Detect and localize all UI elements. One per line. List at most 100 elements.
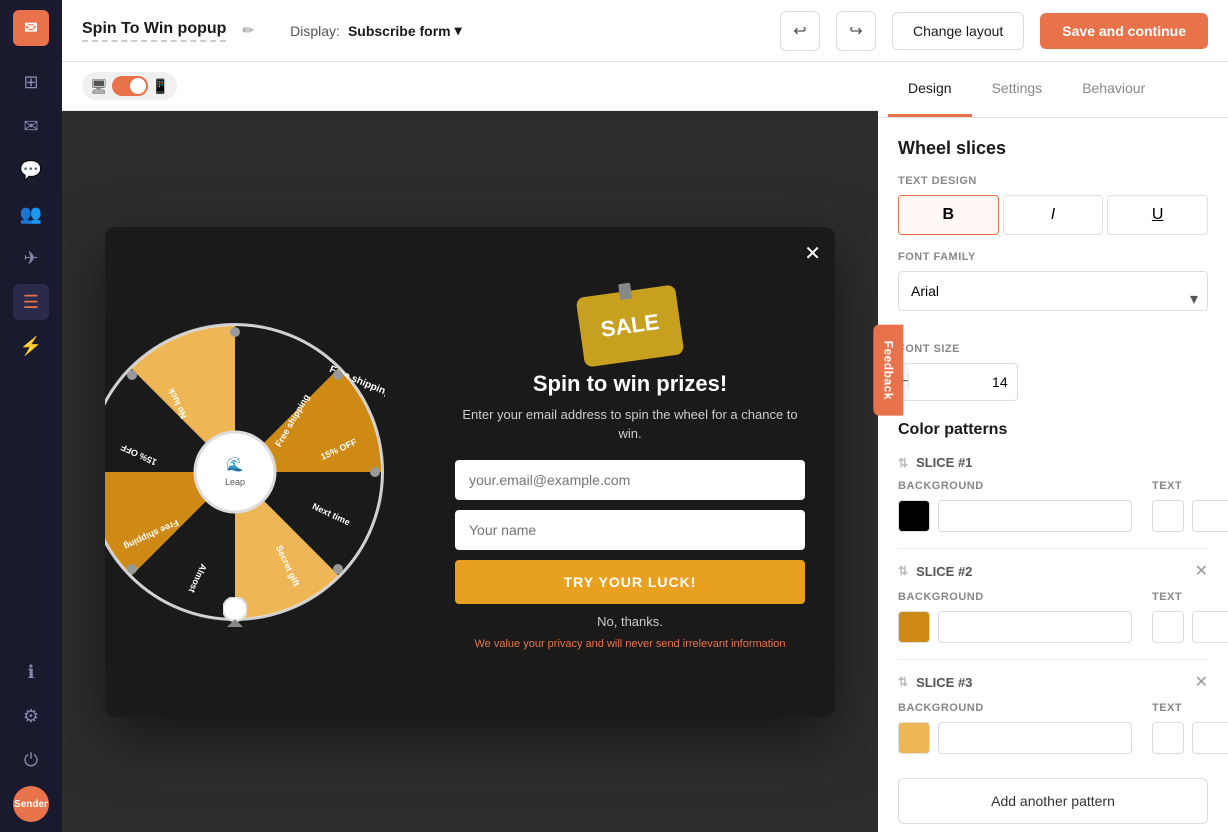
slice-2-section: ⇅ SLICE #2 ✕ BACKGROUND #CE8A15 [898,561,1208,643]
save-continue-button[interactable]: Save and continue [1040,13,1208,49]
sidebar-logo[interactable]: ✉ [13,10,49,46]
slice-2-remove[interactable]: ✕ [1195,561,1208,581]
slice-3-header: ⇅ SLICE #3 ✕ [898,672,1208,692]
drag-icon-3: ⇅ [898,675,908,689]
drag-icon-2: ⇅ [898,564,908,578]
drag-icon: ⇅ [898,456,908,470]
font-size-row: − 14 + [898,363,1018,401]
slice-3-id: SLICE #3 [916,675,972,690]
slice-2-bg-input[interactable]: #CE8A15 [938,611,1132,643]
tab-settings[interactable]: Settings [972,62,1063,117]
sale-tag-text: SALE [599,309,661,343]
svg-text:Leap: Leap [225,477,245,487]
slice-2-bg-group: BACKGROUND #CE8A15 [898,591,1132,643]
italic-button[interactable]: I [1003,195,1104,235]
slice-3-label: ⇅ SLICE #3 [898,675,972,690]
slice-2-label: ⇅ SLICE #2 [898,564,972,579]
tab-design[interactable]: Design [888,62,972,117]
sidebar-item-logout[interactable]: ⏻ [13,742,49,778]
svg-text:🌊: 🌊 [226,456,243,472]
slice-3-bg-swatch[interactable] [898,722,930,754]
sidebar-item-settings[interactable]: ⚙ [13,698,49,734]
sidebar-item-integrations[interactable]: ⚡ [13,328,49,364]
slice-1-bg-group: BACKGROUND #000000 [898,480,1132,532]
slice-3-remove[interactable]: ✕ [1195,672,1208,692]
add-pattern-button[interactable]: Add another pattern [898,778,1208,824]
sidebar-item-contacts[interactable]: 👥 [13,196,49,232]
dropdown-chevron-icon: ▾ [455,22,462,39]
no-thanks-link[interactable]: No, thanks. [597,614,663,629]
slice-1-text-swatch[interactable] [1152,500,1184,532]
slice-1-header: ⇅ SLICE #1 [898,455,1208,470]
page-title: Spin To Win popup [82,20,226,42]
toggle-switch[interactable] [112,76,148,96]
wheel-section: Free shipping [105,227,425,717]
sidebar-item-email[interactable]: ✉ [13,108,49,144]
tab-behaviour[interactable]: Behaviour [1062,62,1165,117]
email-input[interactable] [455,460,805,500]
display-dropdown[interactable]: Subscribe form ▾ [348,22,462,39]
sidebar-item-chat[interactable]: 💬 [13,152,49,188]
slice-2-colors: BACKGROUND #CE8A15 TEXT #ffffff [898,591,1208,643]
slice-2-text-group: TEXT #ffffff [1152,591,1228,643]
slice-3-section: ⇅ SLICE #3 ✕ BACKGROUND #EEB655 [898,672,1208,754]
slice-2-text-label: TEXT [1152,591,1228,603]
panel-tabs: Design Settings Behaviour [878,62,1228,118]
preview-toolbar: 🖥 📱 [62,62,878,111]
popup-subtitle: Enter your email address to spin the whe… [455,405,805,444]
form-section: SALE Spin to win prizes! Enter your emai… [425,227,835,717]
wheel-svg: Free shipping [105,322,385,622]
avatar[interactable]: Sender [13,786,49,822]
color-patterns-title: Color patterns [898,421,1208,439]
sidebar-item-dashboard[interactable]: ⊞ [13,64,49,100]
slice-1-text-input[interactable]: #ffffff [1192,500,1228,532]
popup-title: Spin to win prizes! [533,371,727,397]
sidebar-item-campaigns[interactable]: ✈ [13,240,49,276]
underline-button[interactable]: U [1107,195,1208,235]
slice-3-text-label: TEXT [1152,702,1228,714]
slice-3-text-group: TEXT #ffffff [1152,702,1228,754]
display-selector: Display: Subscribe form ▾ [290,22,462,39]
slice-3-bg-label: BACKGROUND [898,702,1132,714]
slice-1-text-input-row: #ffffff [1152,500,1228,532]
popup-close-button[interactable]: ✕ [804,241,821,266]
slice-1-label: ⇅ SLICE #1 [898,455,972,470]
font-size-input[interactable]: 14 [908,374,1018,390]
try-luck-button[interactable]: TRY YOUR LUCK! [455,560,805,604]
sidebar-item-automations[interactable]: ☰ [13,284,49,320]
font-family-label: FONT FAMILY [898,251,1208,263]
slice-2-text-input[interactable]: #ffffff [1192,611,1228,643]
bold-button[interactable]: B [898,195,999,235]
slice-2-bg-input-row: #CE8A15 [898,611,1132,643]
slice-1-bg-input[interactable]: #000000 [938,500,1132,532]
text-design-label: TEXT DESIGN [898,175,1208,187]
slice-1-text-group: TEXT #ffffff [1152,480,1228,532]
privacy-text: We value your privacy and will never sen… [475,637,786,652]
edit-title-icon[interactable]: ✏ [242,22,254,39]
right-panel: Design Settings Behaviour Wheel slices T… [878,62,1228,832]
device-toggle[interactable]: 🖥 📱 [82,72,177,100]
slice-2-bg-label: BACKGROUND [898,591,1132,603]
slice-1-section: ⇅ SLICE #1 BACKGROUND #000000 [898,455,1208,532]
slice-1-bg-label: BACKGROUND [898,480,1132,492]
display-label: Display: [290,23,340,39]
wheel-pointer [223,597,247,627]
font-family-select[interactable]: Arial Georgia Helvetica Times New Roman [898,271,1208,311]
redo-button[interactable]: ↪ [836,11,876,51]
name-input[interactable] [455,510,805,550]
slice-3-text-swatch[interactable] [1152,722,1184,754]
sidebar-item-info[interactable]: ℹ [13,654,49,690]
undo-button[interactable]: ↩ [780,11,820,51]
slice-1-bg-swatch[interactable] [898,500,930,532]
change-layout-button[interactable]: Change layout [892,12,1024,50]
preview-area: 🖥 📱 ✕ [62,62,878,832]
slice-2-bg-swatch[interactable] [898,611,930,643]
slice-3-text-input[interactable]: #ffffff [1192,722,1228,754]
slice-2-header: ⇅ SLICE #2 ✕ [898,561,1208,581]
slice-1-text-label: TEXT [1152,480,1228,492]
slice-1-id: SLICE #1 [916,455,972,470]
feedback-tab[interactable]: Feedback [873,325,903,416]
slice-2-text-swatch[interactable] [1152,611,1184,643]
slice-3-bg-input[interactable]: #EEB655 [938,722,1132,754]
topbar: Spin To Win popup ✏ Display: Subscribe f… [62,0,1228,62]
